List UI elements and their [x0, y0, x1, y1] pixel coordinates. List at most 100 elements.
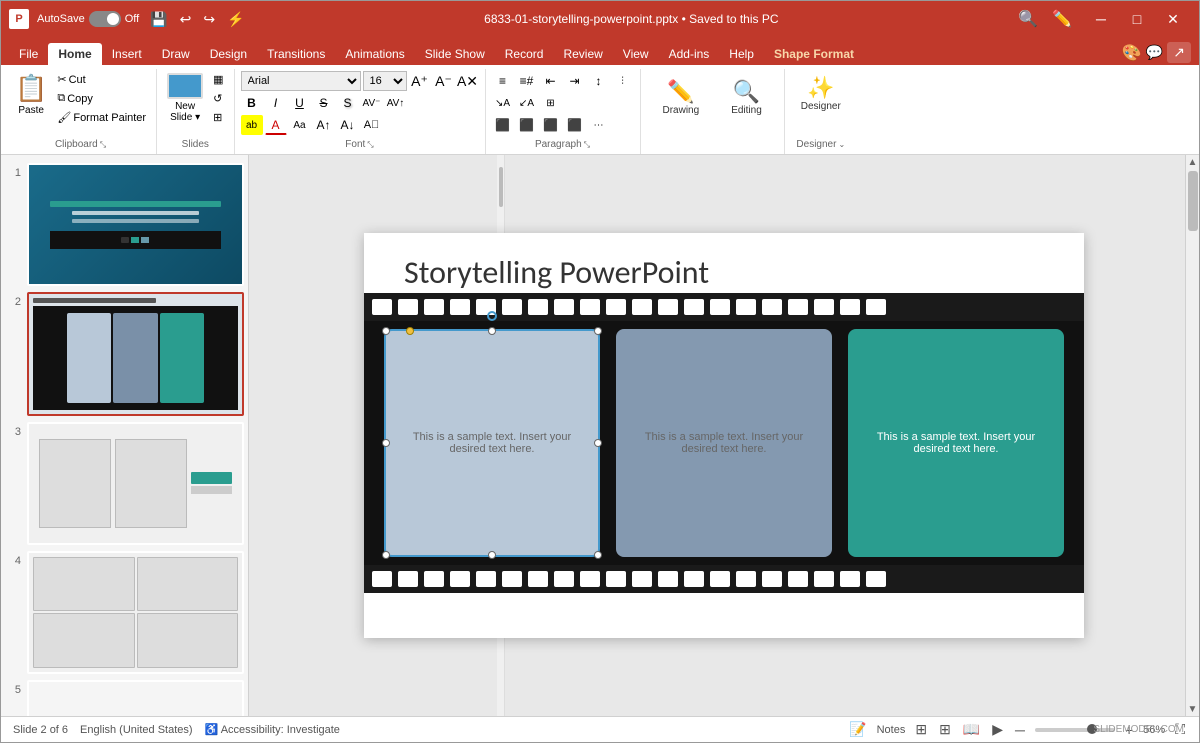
cols-button[interactable]: ⫶ — [612, 71, 634, 91]
restore-button[interactable]: □ — [1119, 1, 1155, 37]
highlight-button[interactable]: ab — [241, 115, 263, 135]
font-expand-icon[interactable]: ⤡ — [367, 140, 373, 150]
slide-sorter-icon[interactable]: ⊞ — [937, 719, 953, 740]
rotate-handle[interactable] — [487, 311, 497, 321]
decrease-size-button[interactable]: A↓ — [337, 115, 359, 135]
clear-all-button[interactable]: A⃝ — [361, 115, 383, 135]
tab-review[interactable]: Review — [553, 43, 612, 65]
underline-button[interactable]: U — [289, 93, 311, 113]
format-painter-button[interactable]: 🖌 Format Painter — [53, 109, 150, 126]
designer-expand-icon[interactable]: ⌄ — [838, 140, 845, 149]
tab-file[interactable]: File — [9, 43, 48, 65]
undo-icon[interactable]: ↩ — [177, 9, 195, 30]
customize-qa-icon[interactable]: ⚡ — [224, 9, 247, 30]
numbering-button[interactable]: ≡# — [516, 71, 538, 91]
save-icon[interactable]: 💾 — [147, 9, 170, 30]
bullets-button[interactable]: ≡ — [492, 71, 514, 91]
strikethrough-button[interactable]: S — [313, 93, 335, 113]
bold-button[interactable]: B — [241, 93, 263, 113]
minimize-button[interactable]: ─ — [1083, 1, 1119, 37]
slide-thumb-2[interactable]: 2 — [5, 292, 244, 415]
decrease-font-button[interactable]: A⁻ — [433, 71, 455, 91]
reset-button[interactable]: ↺ — [209, 90, 227, 107]
align-right-button[interactable]: ⬛ — [540, 115, 562, 135]
tab-view[interactable]: View — [613, 43, 659, 65]
panel-scroll-thumb[interactable] — [499, 167, 503, 207]
cut-button[interactable]: ✂ Cut — [53, 71, 150, 88]
tab-slideshow[interactable]: Slide Show — [415, 43, 495, 65]
decrease-indent-button[interactable]: ⇤ — [540, 71, 562, 91]
tab-home[interactable]: Home — [48, 43, 101, 65]
handle-bl[interactable] — [382, 551, 390, 559]
clear-format-button[interactable]: A✕ — [457, 71, 479, 91]
autosave-toggle[interactable] — [89, 11, 121, 27]
handle-bm[interactable] — [488, 551, 496, 559]
paste-button[interactable]: 📋 Paste — [11, 71, 51, 118]
yellow-handle[interactable] — [406, 327, 414, 335]
layout-button[interactable]: ▦ — [209, 71, 227, 88]
tab-help[interactable]: Help — [719, 43, 764, 65]
handle-tr[interactable] — [594, 327, 602, 335]
search-icon[interactable]: 🔍 — [1015, 7, 1041, 31]
clipboard-expand-icon[interactable]: ⤡ — [100, 140, 106, 150]
tab-addins[interactable]: Add-ins — [659, 43, 720, 65]
drawing-button[interactable]: ✏️ Drawing — [653, 75, 710, 120]
font-color-button[interactable]: A — [265, 115, 287, 135]
font-name-select[interactable]: Arial — [241, 71, 361, 91]
italic-button[interactable]: I — [265, 93, 287, 113]
tab-shape-format[interactable]: Shape Format — [764, 43, 864, 65]
notes-label[interactable]: Notes — [877, 724, 906, 736]
smart-lookup-button[interactable]: ⋯ — [588, 115, 610, 135]
scroll-down-arrow[interactable]: ▼ — [1186, 702, 1200, 716]
slideshow-icon[interactable]: ▶ — [990, 719, 1005, 740]
film-frame-3[interactable]: This is a sample text. Insert your desir… — [848, 329, 1064, 557]
normal-view-icon[interactable]: ⊞ — [913, 719, 929, 740]
slide-thumb-4[interactable]: 4 — [5, 551, 244, 674]
increase-indent-button[interactable]: ⇥ — [564, 71, 586, 91]
close-button[interactable]: ✕ — [1155, 1, 1191, 37]
char-spacing2-button[interactable]: AV↑ — [385, 93, 407, 113]
text-direction2-button[interactable]: ↙A — [516, 93, 538, 113]
section-button[interactable]: ⊞ — [209, 109, 227, 126]
notes-button[interactable]: 📝 — [847, 719, 868, 740]
reading-view-icon[interactable]: 📖 — [961, 719, 982, 740]
align-center-button[interactable]: ⬛ — [516, 115, 538, 135]
justify-button[interactable]: ⬛ — [564, 115, 586, 135]
share-icon[interactable]: ✏️ — [1049, 7, 1075, 31]
tab-animations[interactable]: Animations — [335, 43, 414, 65]
increase-font-button[interactable]: A⁺ — [409, 71, 431, 91]
align-left-button[interactable]: ⬛ — [492, 115, 514, 135]
tab-transitions[interactable]: Transitions — [257, 43, 335, 65]
designer-button[interactable]: ✨ Designer — [791, 71, 851, 116]
font-size-select[interactable]: 16 — [363, 71, 407, 91]
slide-thumb-3[interactable]: 3 — [5, 422, 244, 545]
handle-tl[interactable] — [382, 327, 390, 335]
share-button[interactable]: ↗ — [1167, 42, 1191, 63]
comments-icon[interactable]: 💬 — [1146, 44, 1163, 61]
film-frame-2[interactable]: This is a sample text. Insert your desir… — [616, 329, 832, 557]
scroll-thumb[interactable] — [1188, 171, 1198, 231]
handle-mr[interactable] — [594, 439, 602, 447]
editing-button[interactable]: 🔍 Editing — [721, 75, 772, 120]
tab-insert[interactable]: Insert — [102, 43, 152, 65]
slide-thumb-1[interactable]: 1 — [5, 163, 244, 286]
tab-draw[interactable]: Draw — [152, 43, 200, 65]
slide-thumb-5[interactable]: 5 📚 — [5, 680, 244, 716]
increase-size-button[interactable]: A↑ — [313, 115, 335, 135]
new-slide-button[interactable]: New Slide ▾ — [163, 71, 207, 125]
handle-tm[interactable] — [488, 327, 496, 335]
shadow-button[interactable]: S — [337, 93, 359, 113]
scroll-up-arrow[interactable]: ▲ — [1186, 155, 1200, 169]
film-frame-1[interactable]: This is a sample text. Insert your desir… — [384, 329, 600, 557]
line-spacing-button[interactable]: ↕ — [588, 71, 610, 91]
paragraph-expand-icon[interactable]: ⤡ — [584, 140, 590, 150]
ribbon-collapse-icon[interactable]: 🎨 — [1122, 43, 1142, 63]
text-direction-button[interactable]: ↘A — [492, 93, 514, 113]
uppercase-button[interactable]: Aa — [289, 115, 311, 135]
convert-to-smartart-button[interactable]: ⊞ — [540, 93, 562, 113]
copy-button[interactable]: ⧉ Copy — [53, 90, 150, 107]
zoom-out-icon[interactable]: ─ — [1013, 720, 1027, 740]
handle-ml[interactable] — [382, 439, 390, 447]
redo-icon[interactable]: ↪ — [200, 9, 218, 30]
handle-br[interactable] — [594, 551, 602, 559]
